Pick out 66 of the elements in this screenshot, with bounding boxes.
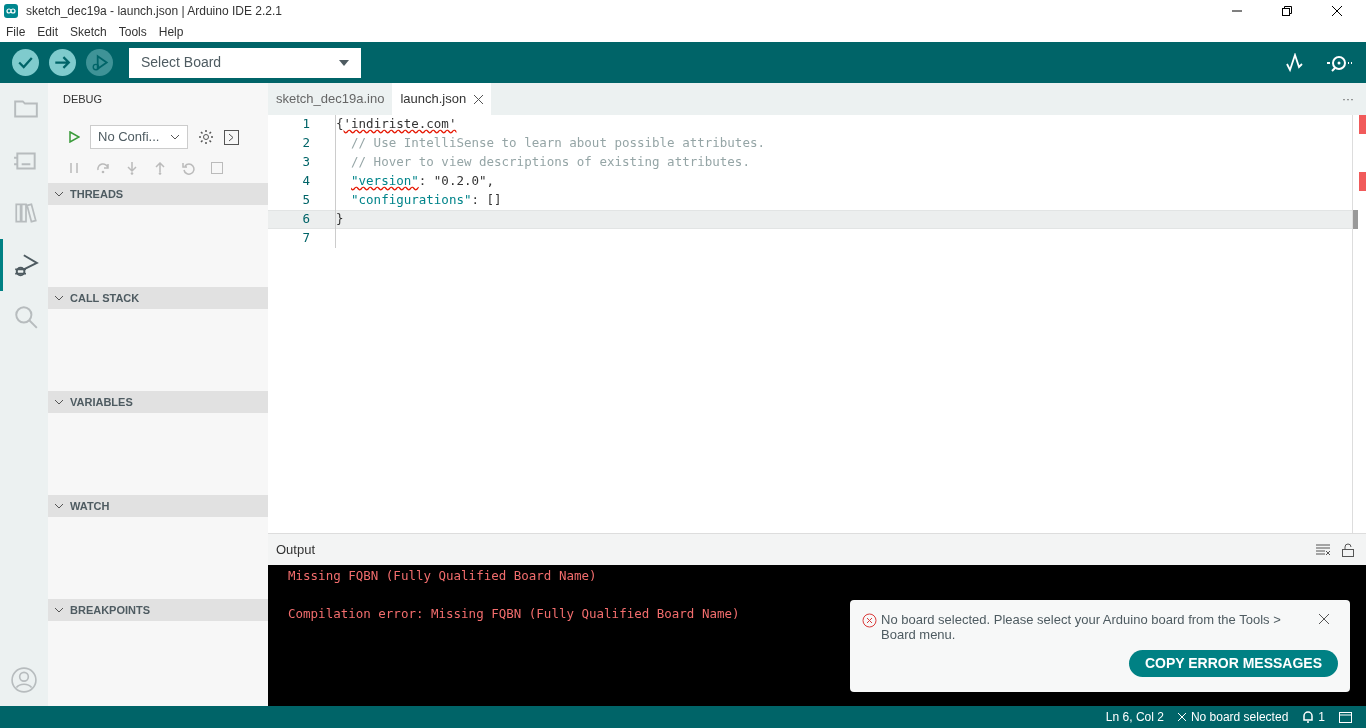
terminal-icon[interactable] (224, 129, 239, 145)
serial-plotter-icon[interactable] (1286, 52, 1304, 73)
section-header[interactable]: BREAKPOINTS (48, 599, 268, 621)
menu-item[interactable]: Edit (37, 23, 59, 41)
restore-icon[interactable] (1282, 6, 1292, 16)
line-number: 3 (301, 153, 310, 172)
line-number: 1 (301, 115, 310, 134)
close-icon[interactable] (1332, 6, 1342, 16)
restart-icon[interactable] (182, 161, 195, 175)
line-number: 4 (301, 172, 310, 191)
caret-icon (339, 59, 349, 66)
close-icon (1177, 713, 1186, 721)
window-title: sketch_dec19a - launch.json | Arduino IDE 2.2.1 (26, 3, 283, 20)
upload-icon[interactable] (49, 49, 76, 76)
editor-tab[interactable]: launch.json (392, 83, 492, 115)
cursor-marker (1353, 210, 1358, 229)
app-logo-icon (4, 4, 18, 18)
configuration-select[interactable]: No Confi... (90, 125, 188, 149)
chevron-icon (54, 295, 64, 301)
close-icon[interactable] (1319, 614, 1329, 624)
chevron-down-icon (170, 134, 180, 140)
section-header[interactable]: THREADS (48, 183, 268, 205)
menu-item[interactable]: Tools (118, 23, 147, 41)
editor-tab[interactable]: sketch_dec19a.ino (268, 83, 393, 115)
chevron-icon (54, 191, 64, 197)
section-header[interactable]: CALL STACK (48, 287, 268, 309)
code-line: {'indiriste.com' (336, 115, 457, 134)
board-select[interactable]: Select Board (129, 47, 361, 78)
panel-title: Output (276, 540, 317, 559)
code-line: "version": "0.2.0", (351, 172, 495, 191)
verify-icon[interactable] (12, 49, 39, 76)
settings-icon[interactable] (198, 129, 214, 145)
error-icon (862, 613, 877, 628)
error-marker (1359, 115, 1366, 134)
start-debugging-icon[interactable] (68, 131, 80, 143)
clear-output-icon[interactable] (1316, 543, 1330, 556)
chevron-icon (54, 399, 64, 405)
notification-count: 1 (1318, 709, 1325, 726)
menu-item[interactable]: File (6, 23, 26, 41)
line-number: 6 (301, 210, 310, 229)
code-line: // Hover to view descriptions of existing attributes. (351, 153, 750, 172)
code-line: "configurations": [] (351, 191, 502, 210)
more-actions-icon[interactable]: ··· (1330, 90, 1366, 108)
notification-message: No board selected. Please select your Arduino board from the Tools > Board menu. (881, 612, 1282, 642)
line-number: 5 (301, 191, 310, 210)
panel-title: DEBUG (63, 91, 103, 107)
output-line: Compilation error: Missing FQBN (Fully Qualified Board Name) (288, 605, 740, 623)
line-number: 2 (301, 134, 310, 153)
section-header[interactable]: VARIABLES (48, 391, 268, 413)
error-marker (1359, 172, 1366, 191)
chevron-icon (54, 503, 64, 509)
board-status[interactable]: No board selected (1190, 708, 1289, 726)
menu-item[interactable]: Sketch (70, 23, 107, 41)
code-line: // Use IntelliSense to learn about possible attributes. (351, 134, 765, 153)
menu-item[interactable]: Help (158, 23, 184, 41)
output-line: Missing FQBN (Fully Qualified Board Name) (288, 567, 597, 585)
cursor-position[interactable]: Ln 6, Col 2 (1105, 708, 1164, 726)
bell-icon[interactable] (1302, 711, 1315, 723)
copy-error-messages-button[interactable]: COPY ERROR MESSAGES (1128, 650, 1338, 677)
chevron-icon (54, 607, 64, 613)
line-number: 7 (301, 229, 310, 248)
lock-icon[interactable] (1342, 542, 1354, 557)
close-icon[interactable] (474, 94, 484, 104)
code-line: } (336, 210, 344, 229)
section-header[interactable]: WATCH (48, 495, 268, 517)
panel-toggle-icon[interactable] (1339, 711, 1352, 723)
